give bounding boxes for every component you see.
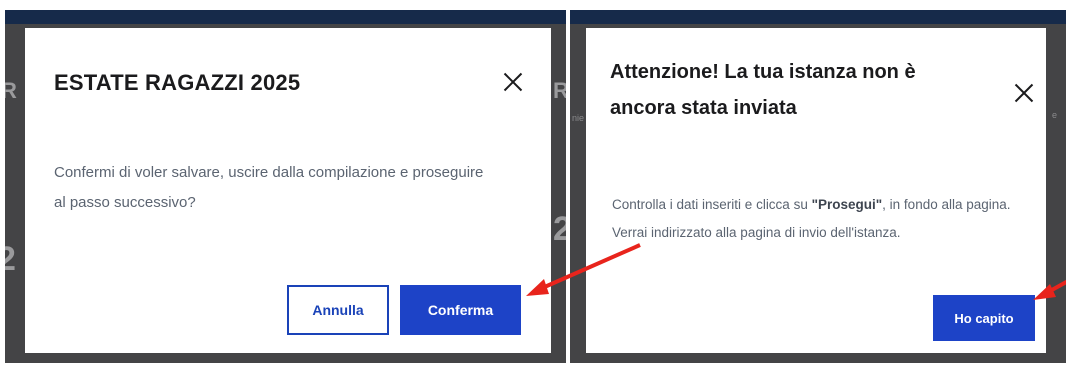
background-text: R (5, 78, 17, 103)
background-text: nie (572, 113, 585, 123)
background-text: e (1052, 110, 1058, 120)
message-bold-text: "Prosegui" (811, 197, 883, 212)
header-bar (570, 10, 1066, 24)
close-icon[interactable] (1014, 83, 1034, 103)
close-icon[interactable] (503, 72, 523, 92)
cancel-button[interactable]: Annulla (287, 285, 389, 335)
dialog-message: Controlla i dati inseriti e clicca su "P… (612, 191, 1042, 247)
background-text: R (553, 78, 566, 103)
dialog-message: Confermi di voler salvare, uscire dalla … (54, 164, 484, 211)
background-text: 2 (553, 210, 566, 248)
right-screenshot-overlay: nie e Attenzione! La tua istanza non è a… (570, 10, 1066, 363)
header-bar (5, 10, 566, 24)
dialog-title: ESTATE RAGAZZI 2025 (54, 70, 301, 95)
confirm-dialog: ESTATE RAGAZZI 2025 Confermi di voler sa… (25, 28, 551, 353)
left-screenshot-overlay: R 2 R 2 ESTATE RAGAZZI 2025 Confermi di … (5, 10, 566, 363)
message-text: Controlla i dati inseriti e clicca su (612, 197, 812, 212)
ok-button[interactable]: Ho capito (933, 295, 1035, 341)
warning-dialog: Attenzione! La tua istanza non è ancora … (586, 28, 1046, 353)
dialog-title: Attenzione! La tua istanza non è ancora … (610, 61, 916, 119)
background-text: 2 (5, 240, 16, 278)
confirm-button[interactable]: Conferma (400, 285, 521, 335)
